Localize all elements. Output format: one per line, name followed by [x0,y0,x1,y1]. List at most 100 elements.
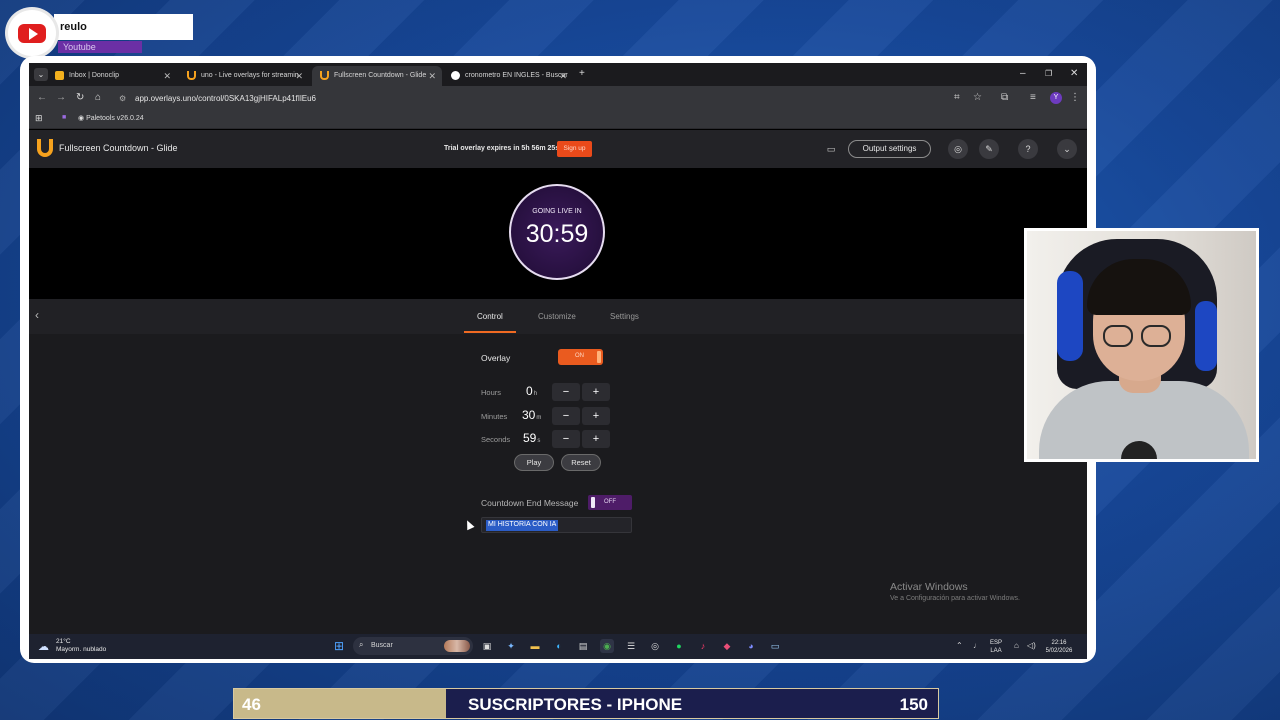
volume-icon[interactable]: ◁) [1027,641,1036,650]
tiktok-icon[interactable]: ♪ [696,639,710,653]
minutes-increment-button[interactable]: + [582,407,610,425]
close-tab-icon[interactable]: ✕ [163,71,171,82]
language-code: ESP [990,640,1003,646]
bookmarks-bar: ⊞ ■ ◉ Paletools v26.0.24 [29,111,1087,129]
reload-icon[interactable]: ↻ [76,92,84,103]
forward-icon[interactable]: → [56,92,66,103]
hours-value[interactable]: 0h [526,384,537,398]
hours-decrement-button[interactable]: − [552,383,580,401]
tab-inbox[interactable]: Inbox | Donoclip ✕ [47,66,177,86]
weather-cloud-icon[interactable]: ☁ [38,640,49,653]
back-icon[interactable]: ← [37,92,47,103]
file-explorer-icon[interactable]: ▬ [528,639,542,653]
spotify-icon[interactable]: ● [672,639,686,653]
restore-icon[interactable]: ❐ [1045,69,1052,78]
collapse-arrow-icon[interactable]: ‹ [35,308,39,322]
end-message-input[interactable]: MI HISTORIA CON IA [481,517,632,533]
close-tab-icon[interactable]: ✕ [295,71,303,82]
clock[interactable]: 22:16 5/02/2026 [1044,639,1074,655]
play-triangle-icon [29,28,38,40]
windows-start-icon[interactable]: ⊞ [332,639,346,653]
tray-chevron-icon[interactable]: ⌃ [956,641,963,650]
store-icon[interactable]: ▤ [576,639,590,653]
close-tab-icon[interactable]: ✕ [559,71,567,82]
uno-icon [187,71,196,80]
translate-icon[interactable]: ⌗ [954,92,960,103]
hours-number: 0 [526,384,533,398]
tab-customize[interactable]: Customize [538,312,576,321]
overlay-toggle-state: ON [575,353,584,359]
app-icon[interactable]: ☰ [624,639,638,653]
edge-icon[interactable]: ◐ [552,639,566,653]
home-icon[interactable]: ⌂ [95,92,101,103]
app-title: Fullscreen Countdown - Glide [59,143,178,153]
seconds-decrement-button[interactable]: − [552,430,580,448]
streaming-app-icon[interactable]: ◆ [720,639,734,653]
help-icon[interactable]: ? [1018,139,1038,159]
tab-control[interactable]: Control [477,312,503,321]
tab-settings[interactable]: Settings [610,312,639,321]
reset-button[interactable]: Reset [561,454,601,471]
overlay-preview: GOING LIVE IN 30:59 [445,169,670,297]
tab-search-icon[interactable]: ⌄ [34,68,48,81]
overlay-toggle[interactable]: ON [558,349,603,365]
taskbar-search[interactable]: ⌕ Buscar [353,637,473,655]
chevron-down-icon[interactable]: ⌄ [1057,139,1077,159]
end-message-text: MI HISTORIA CON IA [486,520,559,531]
tab-label: cronometro EN INGLES - Buscar [465,72,568,79]
control-panel: ‹ Control Customize Settings Overlay ON … [29,299,1087,634]
minimize-icon[interactable]: – [1020,68,1026,79]
webcam-image [1027,231,1256,459]
language-indicator[interactable]: ESP LAA [990,639,1002,655]
wrench-icon[interactable]: ✎ [979,139,999,159]
youtube-channel-badge: reulo Youtube [8,10,193,56]
active-tab-indicator [464,331,516,333]
bookmark-folder-icon[interactable]: ■ [62,114,66,121]
app-window-icon[interactable]: ▭ [768,639,782,653]
tab-fullscreen-countdown[interactable]: Fullscreen Countdown - Glide ✕ [312,66,442,86]
browser-menu-icon[interactable]: ⋮ [1070,92,1080,103]
profile-avatar[interactable]: Y [1050,92,1062,104]
tab-label: Inbox | Donoclip [69,72,120,79]
output-settings-button[interactable]: Output settings [848,140,931,158]
goal-title: SUSCRIPTORES - IPHONE [468,695,683,714]
obs-icon[interactable]: ◎ [648,639,662,653]
tab-groups-icon[interactable]: ≡ [1030,92,1036,103]
minutes-value[interactable]: 30m [522,408,541,422]
url-field[interactable]: ⚙ app.overlays.uno/control/0SKA13gjHIFAL… [113,91,943,106]
signup-button[interactable]: Sign up [557,141,592,157]
end-message-toggle[interactable]: OFF [588,495,632,510]
bookmark-label: Paletools v26.0.24 [86,115,144,122]
monitor-icon[interactable]: ▭ [821,140,841,158]
close-tab-icon[interactable]: ✕ [428,71,436,82]
control-tabs: ‹ Control Customize Settings [29,299,1087,334]
bookmark-star-icon[interactable]: ☆ [973,92,982,103]
task-view-icon[interactable]: ▣ [480,639,494,653]
discord-icon[interactable]: ◕ [744,639,758,653]
seconds-increment-button[interactable]: + [582,430,610,448]
tab-cronometro[interactable]: cronometro EN INGLES - Buscar ✕ [443,66,573,86]
network-icon[interactable]: ⌂ [1014,641,1019,650]
apps-grid-icon[interactable]: ⊞ [35,113,43,124]
site-info-icon[interactable]: ⚙ [119,94,126,103]
microphone-icon[interactable]: ♩ [973,641,981,650]
close-window-icon[interactable]: ✕ [1070,68,1078,79]
seconds-value[interactable]: 59s [523,431,540,445]
hours-increment-button[interactable]: + [582,383,610,401]
play-button[interactable]: Play [514,454,554,471]
new-tab-icon[interactable]: + [579,68,585,79]
trial-notice: Trial overlay expires in 5h 56m 25s [444,145,560,152]
search-icon: ⌕ [359,640,364,649]
activate-windows-subtitle: Ve a Configuración para activar Windows. [890,595,1020,602]
copilot-icon[interactable]: ✦ [504,639,518,653]
bookmark-paletools[interactable]: ◉ Paletools v26.0.24 [78,114,144,122]
weather-widget[interactable]: 21°C Mayorm. nublado [56,638,106,654]
gamepad-icon[interactable]: ◎ [948,139,968,159]
extensions-icon[interactable]: ⧉ [1001,92,1008,103]
toggle-knob [591,497,595,508]
clock-time: 22:16 [1051,640,1067,646]
tab-strip: ⌄ Inbox | Donoclip ✕ uno - Live overlays… [29,63,1087,86]
chrome-icon[interactable]: ◉ [600,639,614,653]
minutes-decrement-button[interactable]: − [552,407,580,425]
tab-uno[interactable]: uno - Live overlays for streamin ✕ [179,66,309,86]
